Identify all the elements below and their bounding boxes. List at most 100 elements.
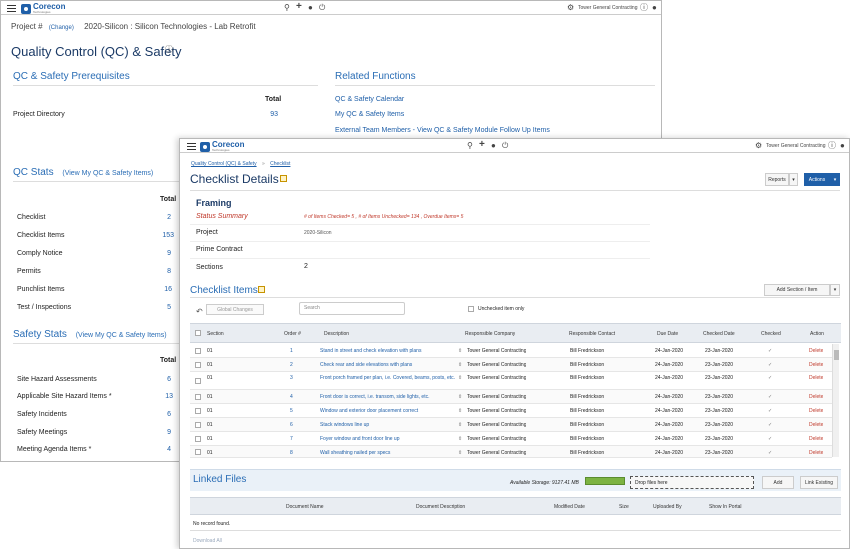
row-checked-icon[interactable]: ✓	[768, 422, 772, 428]
safety-stat-value[interactable]: 13	[165, 393, 173, 400]
notification-icon[interactable]: ●	[308, 4, 313, 12]
scrollbar-thumb[interactable]	[834, 350, 839, 360]
row-company-select-icon[interactable]: ⇳	[458, 422, 462, 428]
row-company-select-icon[interactable]: ⇳	[458, 408, 462, 414]
col-checked[interactable]: Checked	[761, 331, 781, 337]
col-size[interactable]: Size	[619, 504, 629, 510]
row-checked-icon[interactable]: ✓	[768, 394, 772, 400]
col-action[interactable]: Action	[810, 331, 824, 337]
qc-stat-value[interactable]: 153	[162, 232, 174, 239]
select-all-checkbox[interactable]	[195, 330, 201, 336]
row-description[interactable]: Window and exterior door placement corre…	[320, 408, 458, 414]
row-checkbox[interactable]	[195, 422, 201, 428]
related-link-my-items[interactable]: My QC & Safety Items	[335, 111, 404, 118]
table-row[interactable]: 01 1 Stand in street and check elevation w…	[190, 344, 832, 358]
row-description[interactable]: Wall sheathing nailed per specs	[320, 450, 458, 456]
help-icon[interactable]: ⓘ	[165, 46, 173, 54]
qc-stat-value[interactable]: 2	[167, 214, 171, 221]
col-due-date[interactable]: Due Date	[657, 331, 678, 337]
col-uploaded-by[interactable]: Uploaded By	[653, 504, 682, 510]
global-changes-button[interactable]: Global Changes	[206, 304, 264, 315]
row-checked-icon[interactable]: ✓	[768, 348, 772, 354]
safety-stats-link[interactable]: (View My QC & Safety Items)	[76, 332, 167, 339]
reports-button[interactable]: Reports	[765, 173, 789, 186]
col-order[interactable]: Order #	[284, 331, 301, 337]
row-order[interactable]: 1	[290, 348, 293, 354]
row-description[interactable]: Front porch framed per plan, i.e. Covere…	[320, 375, 458, 381]
table-row[interactable]: 01 8 Wall sheathing nailed per specs ⇳ Tower…	[190, 446, 832, 458]
table-row[interactable]: 01 7 Foyer window and front door line up ⇳ T…	[190, 432, 832, 446]
row-delete-link[interactable]: Delete	[809, 450, 823, 456]
col-checked-date[interactable]: Checked Date	[703, 331, 735, 337]
qc-stat-value[interactable]: 16	[164, 286, 172, 293]
row-order[interactable]: 8	[290, 450, 293, 456]
col-responsible-company[interactable]: Responsible Company	[465, 331, 515, 337]
row-delete-link[interactable]: Delete	[809, 422, 823, 428]
unchecked-only-checkbox[interactable]	[468, 306, 474, 312]
breadcrumb-checklist[interactable]: Checklist	[270, 161, 290, 167]
download-all-link[interactable]: Download All	[193, 538, 222, 544]
qc-stats-link[interactable]: (View My QC & Safety Items)	[62, 170, 153, 177]
actions-dropdown[interactable]: ▾	[830, 173, 840, 186]
row-description[interactable]: Foyer window and front door line up	[320, 436, 458, 442]
row-checkbox[interactable]	[195, 394, 201, 400]
power-icon[interactable]: ⏻	[319, 4, 325, 12]
row-delete-link[interactable]: Delete	[809, 408, 823, 414]
safety-stat-value[interactable]: 6	[167, 376, 171, 383]
row-description[interactable]: Stand in street and check elevation with…	[320, 348, 458, 354]
row-order[interactable]: 2	[290, 362, 293, 368]
row-description[interactable]: Front door is correct, i.e. transom, sid…	[320, 394, 458, 400]
row-checkbox[interactable]	[195, 378, 201, 384]
row-order[interactable]: 4	[290, 394, 293, 400]
col-description[interactable]: Description	[324, 331, 349, 337]
row-order[interactable]: 5	[290, 408, 293, 414]
related-link-external[interactable]: External Team Members - View QC & Safety…	[335, 127, 550, 134]
row-company-select-icon[interactable]: ⇳	[458, 436, 462, 442]
actions-button[interactable]: Actions	[804, 173, 830, 186]
qc-stat-value[interactable]: 8	[167, 268, 171, 275]
row-checkbox[interactable]	[195, 408, 201, 414]
table-row[interactable]: 01 3 Front porch framed per plan, i.e. Cov…	[190, 372, 832, 390]
row-company-select-icon[interactable]: ⇳	[458, 450, 462, 456]
row-order[interactable]: 3	[290, 375, 293, 381]
add-section-dropdown[interactable]: ▾	[830, 284, 840, 296]
prereq-value[interactable]: 93	[270, 111, 278, 118]
search-input[interactable]: Search	[299, 302, 405, 315]
edit-icon[interactable]	[258, 286, 265, 293]
col-section[interactable]: Section	[207, 331, 224, 337]
row-company-select-icon[interactable]: ⇳	[458, 348, 462, 354]
row-order[interactable]: 6	[290, 422, 293, 428]
row-description[interactable]: Check rear and side elevations with plan…	[320, 362, 458, 368]
table-row[interactable]: 01 6 Stack windows line up ⇳ Tower General C…	[190, 418, 832, 432]
user-icon[interactable]: ●	[652, 4, 657, 12]
related-link-calendar[interactable]: QC & Safety Calendar	[335, 96, 404, 103]
row-order[interactable]: 7	[290, 436, 293, 442]
table-scrollbar[interactable]	[832, 344, 839, 457]
qc-stat-value[interactable]: 9	[167, 250, 171, 257]
search-icon[interactable]: ⚲	[467, 142, 473, 150]
row-delete-link[interactable]: Delete	[809, 375, 823, 381]
row-checked-icon[interactable]: ✓	[768, 450, 772, 456]
safety-stat-value[interactable]: 4	[167, 446, 171, 453]
table-row[interactable]: 01 2 Check rear and side elevations with p…	[190, 358, 832, 372]
power-icon[interactable]: ⏻	[502, 142, 508, 150]
edit-icon[interactable]	[280, 175, 287, 182]
add-icon[interactable]: +	[479, 140, 485, 150]
safety-stat-value[interactable]: 9	[167, 429, 171, 436]
row-delete-link[interactable]: Delete	[809, 436, 823, 442]
row-delete-link[interactable]: Delete	[809, 348, 823, 354]
qc-stat-value[interactable]: 5	[167, 304, 171, 311]
help-icon[interactable]: ⓘ	[828, 142, 836, 150]
notification-icon[interactable]: ●	[491, 142, 496, 150]
drop-zone[interactable]: Drop files here	[630, 476, 754, 489]
row-delete-link[interactable]: Delete	[809, 394, 823, 400]
row-checked-icon[interactable]: ✓	[768, 362, 772, 368]
row-checked-icon[interactable]: ✓	[768, 436, 772, 442]
row-checked-icon[interactable]: ✓	[768, 375, 772, 381]
add-icon[interactable]: +	[296, 2, 302, 12]
search-icon[interactable]: ⚲	[284, 4, 290, 12]
row-description[interactable]: Stack windows line up	[320, 422, 458, 428]
row-checkbox[interactable]	[195, 436, 201, 442]
col-show-in-portal[interactable]: Show In Portal	[709, 504, 742, 510]
row-checkbox[interactable]	[195, 362, 201, 368]
